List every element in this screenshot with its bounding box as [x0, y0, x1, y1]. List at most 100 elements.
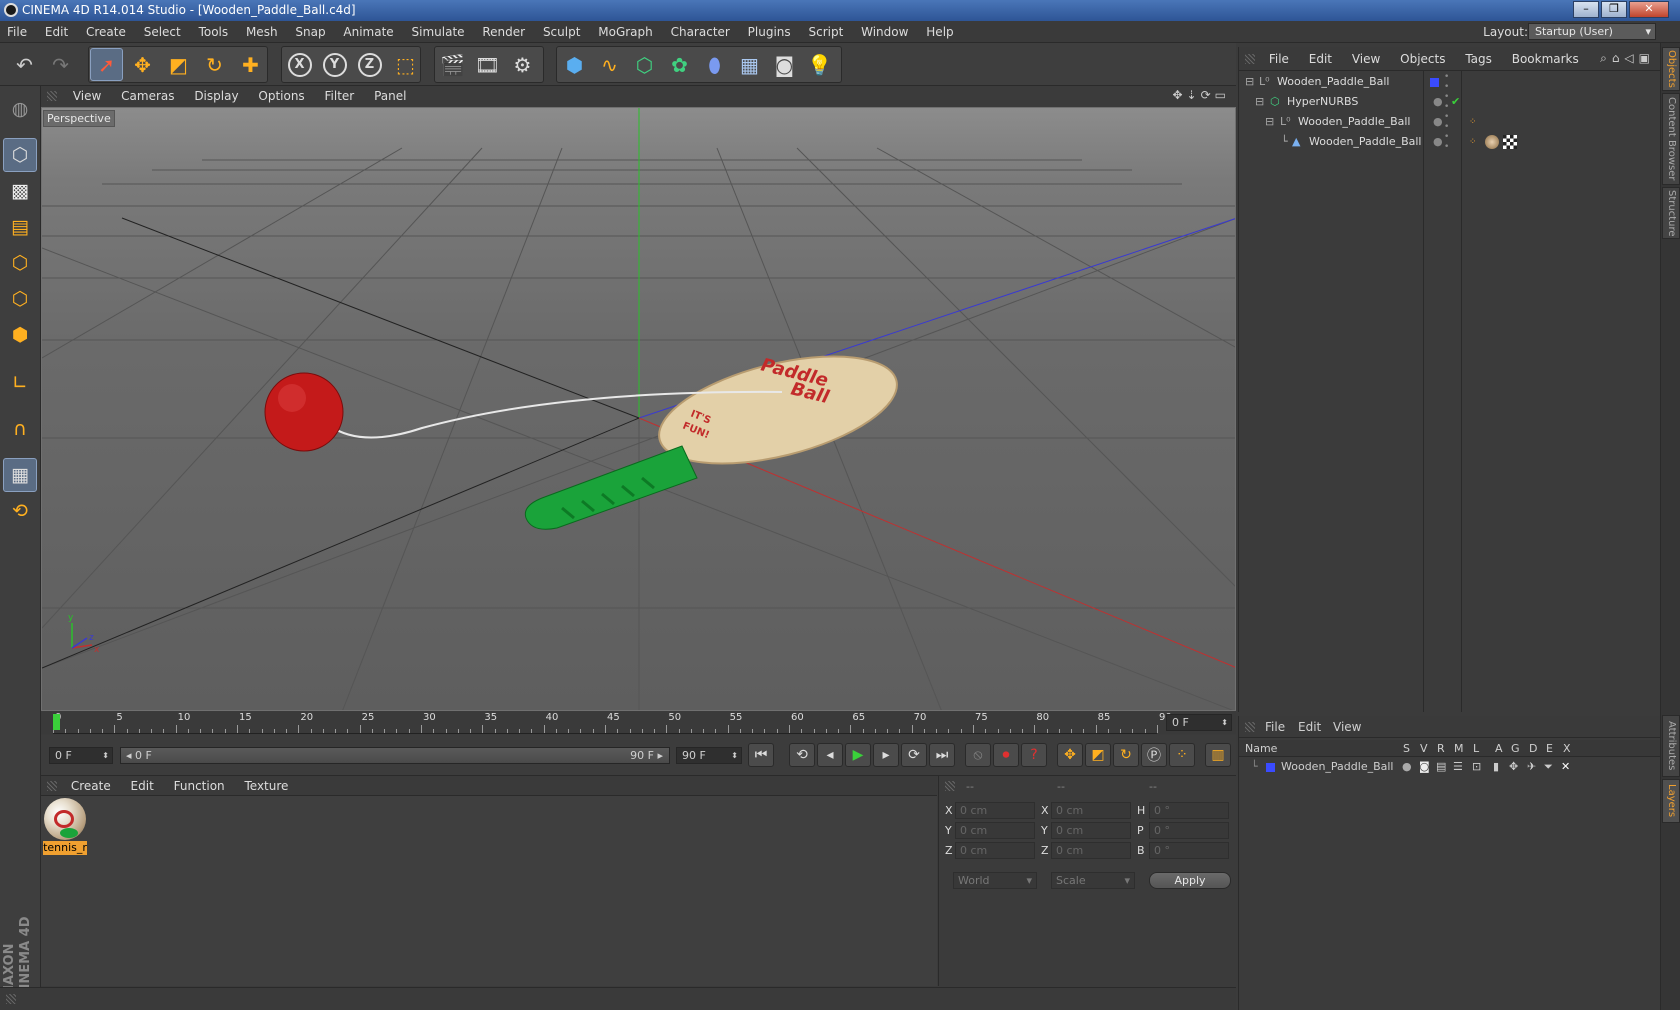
collapse-icon[interactable]: ⊟ — [1255, 92, 1264, 112]
minimize-button[interactable]: – — [1573, 1, 1599, 18]
viewport-menu-options[interactable]: Options — [250, 86, 312, 106]
objects-menu-objects[interactable]: Objects — [1392, 47, 1453, 71]
tag-icon[interactable]: ⁘ — [1469, 112, 1477, 132]
viewport-menu-display[interactable]: Display — [186, 86, 246, 106]
uvw-tag-icon[interactable] — [1503, 135, 1517, 149]
column-view[interactable]: V — [1420, 740, 1428, 757]
previous-key-icon[interactable]: ⟲ — [789, 743, 815, 767]
add-icon[interactable]: ✚ — [234, 48, 267, 81]
edit-render-settings-icon[interactable]: ⚙ — [506, 48, 539, 81]
material-menu-function[interactable]: Function — [166, 776, 233, 796]
manager-toggle-icon[interactable]: ☰ — [1453, 758, 1463, 776]
position-x-field[interactable]: 0 cm — [955, 802, 1035, 819]
menu-create[interactable]: Create — [79, 21, 133, 43]
visibility-dots[interactable]: • • — [1444, 92, 1449, 112]
viewport-menu-filter[interactable]: Filter — [317, 86, 363, 106]
phong-tag-icon[interactable]: ⁘ — [1469, 132, 1477, 152]
points-mode-icon[interactable]: ⬡ — [3, 246, 37, 280]
object-name[interactable]: HyperNURBS — [1287, 92, 1358, 112]
record-keys-icon[interactable]: ⦸ — [965, 743, 991, 767]
viewport-menu-panel[interactable]: Panel — [366, 86, 414, 106]
column-xref[interactable]: X — [1563, 740, 1571, 757]
undo-icon[interactable]: ↶ — [8, 48, 41, 81]
tab-attributes[interactable]: Attributes — [1662, 715, 1680, 777]
timeline-playhead[interactable] — [53, 714, 60, 730]
workplane-mode-icon[interactable]: ▤ — [3, 210, 37, 244]
menu-render[interactable]: Render — [475, 21, 532, 43]
ball-object[interactable] — [264, 372, 344, 452]
locked-workplane-icon[interactable]: ⟲ — [3, 494, 37, 528]
rotation-p-field[interactable]: 0 ° — [1149, 822, 1229, 839]
panel-grip-icon[interactable] — [1245, 722, 1255, 732]
coord-mode-select[interactable]: World ▾ — [953, 872, 1037, 889]
size-z-field[interactable]: 0 cm — [1051, 842, 1131, 859]
object-row[interactable]: ⊟ L⁰ Wooden_Paddle_Ball ● • • ⁘ — [1239, 112, 1661, 132]
render-picture-viewer-icon[interactable]: 🎞 — [471, 48, 504, 81]
current-frame-field[interactable]: 0 F ⬍ — [1166, 714, 1232, 731]
previous-frame-icon[interactable]: ◂ — [817, 743, 843, 767]
menu-mesh[interactable]: Mesh — [239, 21, 285, 43]
polygons-mode-icon[interactable]: ⬢ — [3, 318, 37, 352]
column-name[interactable]: Name — [1245, 740, 1277, 757]
cloner-icon[interactable]: ✿ — [663, 48, 696, 81]
deformer-icon[interactable]: ⬮ — [698, 48, 731, 81]
end-frame-field[interactable]: 90 F ⬍ — [676, 747, 742, 764]
menu-simulate[interactable]: Simulate — [405, 21, 472, 43]
start-frame-field[interactable]: 0 F ⬍ — [49, 747, 113, 764]
menu-window[interactable]: Window — [854, 21, 915, 43]
tab-objects[interactable]: Objects — [1662, 47, 1680, 91]
visibility-dots[interactable]: • • — [1444, 112, 1449, 132]
objects-menu-file[interactable]: File — [1261, 47, 1297, 71]
cube-icon[interactable]: ⬢ — [558, 48, 591, 81]
viewport-menu-cameras[interactable]: Cameras — [113, 86, 182, 106]
next-frame-icon[interactable]: ▸ — [873, 743, 899, 767]
paddle-object[interactable] — [524, 336, 907, 530]
tab-layers[interactable]: Layers — [1662, 779, 1680, 823]
rotation-b-field[interactable]: 0 ° — [1149, 842, 1229, 859]
column-deformers[interactable]: D — [1529, 740, 1537, 757]
xref-toggle-icon[interactable]: ✕ — [1561, 758, 1570, 776]
redo-icon[interactable]: ↷ — [44, 48, 77, 81]
object-row[interactable]: └ ▲ Wooden_Paddle_Ball ● • • ⁘ — [1239, 132, 1661, 152]
key-position-icon[interactable]: ✥ — [1057, 743, 1083, 767]
make-editable-icon[interactable]: ◍ — [3, 92, 37, 126]
column-generators[interactable]: G — [1511, 740, 1520, 757]
next-key-icon[interactable]: ⟳ — [901, 743, 927, 767]
object-name[interactable]: Wooden_Paddle_Ball — [1277, 72, 1389, 92]
move-icon[interactable]: ✥ — [126, 48, 159, 81]
layer-dot-icon[interactable]: ● — [1433, 92, 1443, 112]
layers-menu-file[interactable]: File — [1265, 716, 1285, 738]
objects-menu-bookmarks[interactable]: Bookmarks — [1504, 47, 1587, 71]
frame-range-slider[interactable]: ◂ 0 F 90 F ▸ — [120, 747, 670, 764]
panel-grip-icon[interactable] — [47, 91, 57, 101]
material-menu-edit[interactable]: Edit — [123, 776, 162, 796]
enabled-check-icon[interactable]: ✔ — [1451, 92, 1460, 112]
edges-mode-icon[interactable]: ⬡ — [3, 282, 37, 316]
key-rotation-icon[interactable]: ↻ — [1113, 743, 1139, 767]
layer-dot-icon[interactable]: ● — [1433, 132, 1443, 152]
object-name[interactable]: Wooden_Paddle_Ball — [1309, 132, 1421, 152]
objects-nav-icons[interactable]: ⌕⌂◁▣ — [1600, 51, 1655, 66]
visibility-dots[interactable]: • • — [1444, 72, 1449, 92]
floor-icon[interactable]: ▦ — [733, 48, 766, 81]
menu-sculpt[interactable]: Sculpt — [536, 21, 587, 43]
object-name[interactable]: Wooden_Paddle_Ball — [1298, 112, 1410, 132]
menu-character[interactable]: Character — [664, 21, 737, 43]
go-to-start-icon[interactable]: ⏮ — [748, 743, 774, 767]
apply-button[interactable]: Apply — [1149, 872, 1231, 889]
texture-mode-icon[interactable]: ▩ — [3, 174, 37, 208]
column-expressions[interactable]: E — [1546, 740, 1553, 757]
layer-color-swatch[interactable] — [1266, 763, 1275, 772]
render-toggle-icon[interactable]: ▤ — [1436, 758, 1446, 776]
layer-color-swatch[interactable] — [1430, 78, 1439, 87]
column-solo[interactable]: S — [1403, 740, 1410, 757]
layout-select[interactable]: Startup (User) ▾ — [1528, 23, 1656, 40]
animation-toggle-icon[interactable]: ▮ — [1493, 758, 1499, 776]
column-locked[interactable]: L — [1473, 740, 1479, 757]
maximize-button[interactable]: ❐ — [1601, 1, 1627, 18]
snap-magnet-icon[interactable]: ∩ — [3, 412, 37, 446]
workplane-lock-icon[interactable]: ▦ — [3, 458, 37, 492]
key-parameter-icon[interactable]: Ⓟ — [1141, 743, 1167, 767]
layers-menu-edit[interactable]: Edit — [1298, 716, 1321, 738]
size-y-field[interactable]: 0 cm — [1051, 822, 1131, 839]
